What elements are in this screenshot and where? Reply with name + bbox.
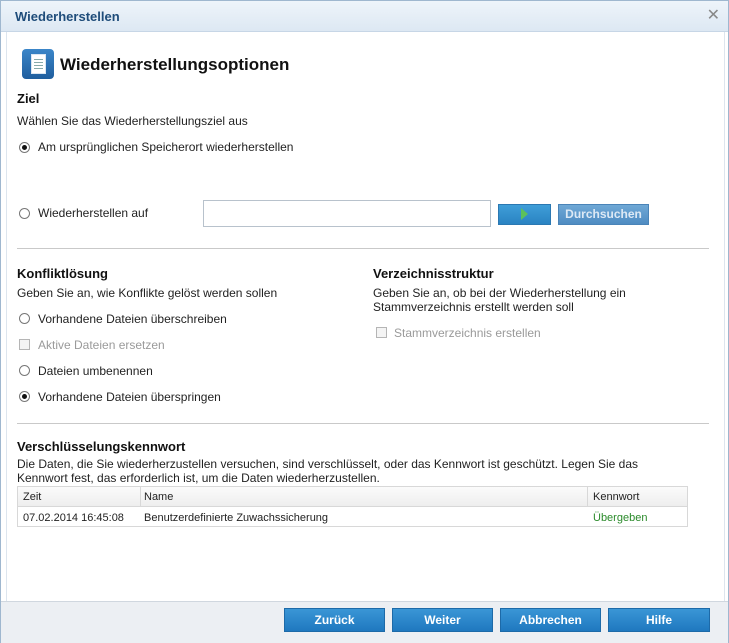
column-header-time[interactable]: Zeit: [23, 491, 41, 503]
restore-options-icon: [22, 49, 54, 79]
checkbox-create-root[interactable]: [376, 327, 387, 338]
directory-description-line1: Geben Sie an, ob bei der Wiederherstellu…: [373, 286, 626, 300]
divider: [17, 248, 709, 249]
page-title: Wiederherstellungsoptionen: [60, 55, 290, 74]
column-header-name[interactable]: Name: [144, 491, 173, 503]
close-icon[interactable]: ✕: [707, 5, 720, 25]
dialog-content: Wiederherstellungsoptionen Ziel Wählen S…: [6, 32, 725, 611]
restore-path-input[interactable]: [203, 200, 491, 227]
cancel-button[interactable]: Abbrechen: [500, 608, 601, 632]
radio-original-location[interactable]: [19, 142, 30, 153]
go-button[interactable]: [498, 204, 551, 225]
table-header: Zeit Name Kennwort: [18, 487, 687, 507]
encryption-section-title: Verschlüsselungskennwort: [17, 439, 186, 454]
radio-overwrite[interactable]: [19, 313, 30, 324]
directory-description-line2: Stammverzeichnis erstellt werden soll: [373, 300, 574, 314]
checkbox-replace-active-label[interactable]: Aktive Dateien ersetzen: [38, 338, 165, 352]
encryption-description-line2: Kennwort fest, das erforderlich ist, um …: [17, 471, 380, 485]
title-bar[interactable]: Wiederherstellen ✕: [1, 1, 728, 32]
browse-button[interactable]: Durchsuchen: [558, 204, 649, 225]
destination-section-title: Ziel: [17, 91, 40, 106]
column-separator: [140, 487, 141, 506]
radio-rename[interactable]: [19, 365, 30, 376]
dialog-title: Wiederherstellen: [15, 9, 120, 24]
column-header-password[interactable]: Kennwort: [593, 491, 639, 503]
checkbox-create-root-label[interactable]: Stammverzeichnis erstellen: [394, 326, 541, 340]
arrow-right-icon: [521, 208, 528, 220]
radio-rename-label[interactable]: Dateien umbenennen: [38, 364, 153, 378]
back-button[interactable]: Zurück: [284, 608, 385, 632]
radio-restore-to[interactable]: [19, 208, 30, 219]
cell-name: Benutzerdefinierte Zuwachssicherung: [144, 512, 329, 524]
radio-skip-label[interactable]: Vorhandene Dateien überspringen: [38, 390, 221, 404]
radio-restore-to-label[interactable]: Wiederherstellen auf: [38, 206, 148, 220]
help-button[interactable]: Hilfe: [608, 608, 710, 632]
directory-section-title: Verzeichnisstruktur: [373, 266, 494, 281]
radio-original-location-label[interactable]: Am ursprünglichen Speicherort wiederhers…: [38, 140, 293, 154]
destination-description: Wählen Sie das Wiederherstellungsziel au…: [17, 114, 248, 128]
cell-time: 07.02.2014 16:45:08: [23, 512, 124, 524]
column-separator: [587, 487, 588, 506]
radio-overwrite-label[interactable]: Vorhandene Dateien überschreiben: [38, 312, 227, 326]
checkbox-replace-active[interactable]: [19, 339, 30, 350]
divider: [17, 423, 709, 424]
radio-skip[interactable]: [19, 391, 30, 402]
conflict-description: Geben Sie an, wie Konflikte gelöst werde…: [17, 286, 278, 300]
next-button[interactable]: Weiter: [392, 608, 493, 632]
cell-password-status[interactable]: Übergeben: [593, 512, 647, 524]
restore-dialog: Wiederherstellen ✕ Wiederherstellungsopt…: [0, 0, 729, 643]
encryption-table: Zeit Name Kennwort 07.02.2014 16:45:08 B…: [17, 486, 688, 527]
encryption-description-line1: Die Daten, die Sie wiederherzustellen ve…: [17, 457, 639, 471]
conflict-section-title: Konfliktlösung: [17, 266, 108, 281]
